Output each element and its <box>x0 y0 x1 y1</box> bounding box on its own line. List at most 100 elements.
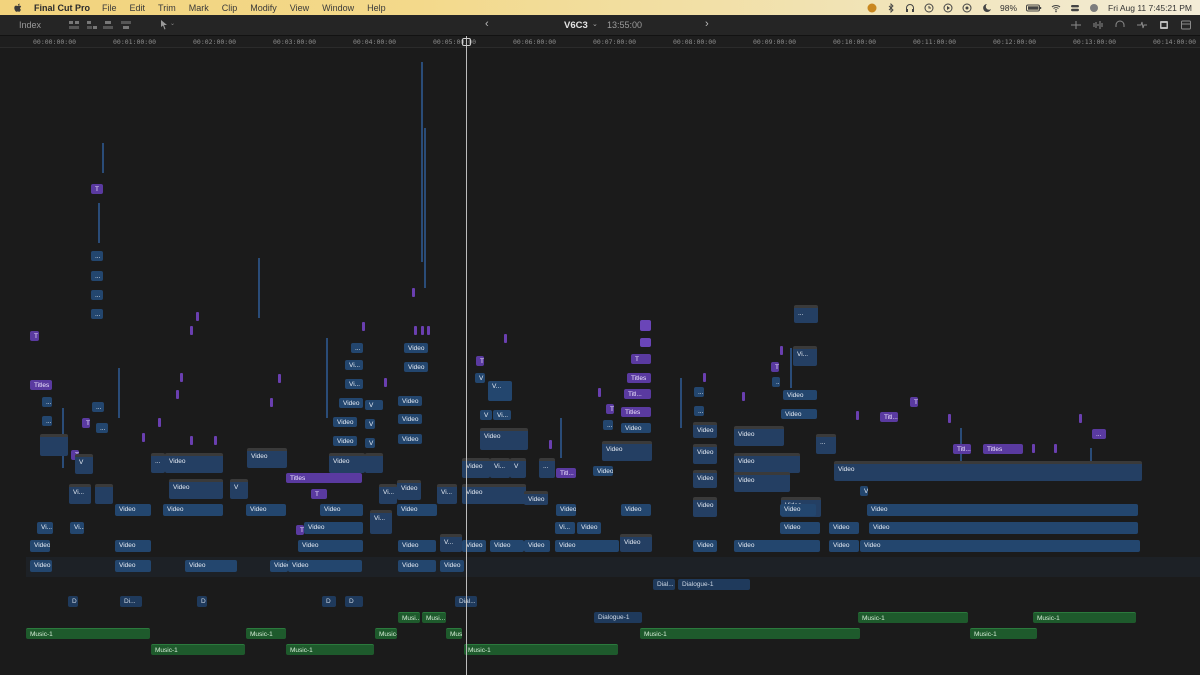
clip-sliver[interactable] <box>326 338 328 418</box>
video-clip[interactable]: V <box>365 438 375 448</box>
title-sliver[interactable] <box>414 326 417 335</box>
title-sliver[interactable] <box>270 398 273 407</box>
title-sliver[interactable] <box>780 346 783 355</box>
title-clip[interactable]: T <box>296 525 304 535</box>
storyline-clip[interactable]: Video <box>555 540 619 552</box>
video-clip[interactable]: Video <box>869 522 1138 534</box>
video-clip[interactable]: Video <box>339 398 363 408</box>
menu-edit[interactable]: Edit <box>130 3 146 13</box>
storyline-clip[interactable]: V... <box>440 534 462 552</box>
title-sliver[interactable] <box>214 436 217 445</box>
menu-view[interactable]: View <box>290 3 309 13</box>
app-name-menu[interactable]: Final Cut Pro <box>34 3 90 13</box>
storyline-clip[interactable]: Video <box>288 560 362 572</box>
video-clip[interactable]: Video <box>304 522 363 534</box>
video-clip[interactable]: Vi... <box>370 510 392 534</box>
select-tool-icon[interactable] <box>158 19 170 31</box>
video-clip[interactable]: Video <box>783 390 817 400</box>
menu-window[interactable]: Window <box>322 3 354 13</box>
video-clip[interactable]: ... <box>96 423 108 433</box>
title-clip[interactable]: T <box>910 397 918 407</box>
video-clip[interactable]: Video <box>165 453 223 473</box>
clip-sliver[interactable] <box>560 418 562 458</box>
video-clip[interactable]: Video <box>480 428 528 450</box>
video-clip[interactable]: Video <box>397 504 437 516</box>
title-sliver[interactable] <box>142 433 145 442</box>
video-clip[interactable]: Video <box>693 422 717 438</box>
dialogue-clip[interactable]: Dial... <box>653 579 675 590</box>
storyline-clip[interactable]: Video <box>30 540 50 552</box>
next-project-button[interactable]: › <box>705 18 709 30</box>
video-clip[interactable]: ... <box>91 271 103 281</box>
video-clip[interactable]: Video <box>333 417 357 427</box>
video-clip[interactable]: Vi... <box>793 346 817 366</box>
video-clip[interactable]: ... <box>91 309 103 319</box>
bluetooth-icon[interactable] <box>886 2 896 13</box>
video-clip[interactable]: Video <box>404 343 428 353</box>
video-clip[interactable]: V... <box>488 381 512 401</box>
music-clip[interactable]: Musi... <box>398 612 420 623</box>
video-clip[interactable]: V <box>510 458 526 478</box>
clip-sliver[interactable] <box>680 378 682 428</box>
overwrite-clip-icon[interactable] <box>120 19 132 31</box>
title-clip[interactable]: T <box>476 356 484 366</box>
solo-icon[interactable] <box>1114 19 1126 31</box>
video-clip[interactable]: Video <box>524 491 548 505</box>
title-sliver[interactable] <box>1032 444 1035 453</box>
title-clip[interactable]: Titles <box>286 473 362 483</box>
video-clip[interactable]: Vi... <box>437 484 457 504</box>
title-sliver[interactable] <box>278 374 281 383</box>
video-clip[interactable]: Video <box>462 484 526 504</box>
insert-clip-icon[interactable] <box>86 19 98 31</box>
apple-icon[interactable] <box>12 2 24 14</box>
title-sliver[interactable] <box>180 373 183 382</box>
clip-sliver[interactable] <box>421 62 423 262</box>
video-clip[interactable]: Video <box>693 470 717 488</box>
video-clip[interactable]: Video <box>781 409 817 419</box>
tool-chevron-icon[interactable]: ⌄ <box>170 20 175 27</box>
video-clip[interactable]: V <box>230 479 248 499</box>
title-sliver[interactable] <box>427 326 430 335</box>
video-clip[interactable]: V <box>365 400 383 410</box>
video-clip[interactable]: Video <box>780 504 816 516</box>
video-clip[interactable]: ... <box>151 453 165 473</box>
title-sliver[interactable] <box>1079 414 1082 423</box>
video-clip[interactable]: Vi... <box>379 484 397 504</box>
title-sliver[interactable] <box>384 378 387 387</box>
video-clip[interactable]: Video <box>247 448 287 468</box>
dialogue-clip[interactable]: D <box>322 596 336 607</box>
video-clip[interactable]: Vi... <box>345 360 363 370</box>
title-sliver[interactable] <box>190 326 193 335</box>
music-clip[interactable]: Music-1 <box>246 628 286 639</box>
previous-project-button[interactable]: ‹ <box>485 18 489 30</box>
music-clip[interactable]: Music-1 <box>970 628 1037 639</box>
title-clip[interactable]: T <box>606 404 614 414</box>
storyline-clip[interactable]: Video <box>30 560 52 572</box>
clip-sliver[interactable] <box>102 143 104 173</box>
playhead-handle[interactable] <box>462 38 471 46</box>
video-clip[interactable]: Vi... <box>493 410 511 420</box>
video-clip[interactable]: Video <box>734 453 800 473</box>
title-sliver[interactable] <box>742 392 745 401</box>
video-clip[interactable]: Video <box>329 453 365 473</box>
clip-sliver[interactable] <box>790 348 792 388</box>
video-clip[interactable]: Video <box>693 444 717 464</box>
video-clip[interactable]: V <box>75 454 93 474</box>
title-clip[interactable]: ... <box>1092 429 1106 439</box>
connect-clip-icon[interactable] <box>102 19 114 31</box>
video-clip[interactable]: Video <box>169 479 223 499</box>
append-clip-icon[interactable] <box>68 19 80 31</box>
battery-icon[interactable] <box>1026 3 1042 13</box>
title-clip[interactable]: T <box>631 354 651 364</box>
storyline-clip[interactable]: Video <box>829 540 859 552</box>
project-menu-chevron-icon[interactable]: ⌄ <box>592 20 598 28</box>
video-clip[interactable]: Vi... <box>69 484 91 504</box>
title-clip[interactable]: Titles <box>983 444 1023 454</box>
video-clip[interactable]: Video <box>621 423 651 433</box>
video-clip[interactable]: Video <box>556 504 576 516</box>
storyline-clip[interactable]: Video <box>115 560 151 572</box>
video-clip[interactable]: Video <box>398 396 422 406</box>
video-clip[interactable]: Video <box>867 504 1138 516</box>
video-clip[interactable]: Video <box>404 362 428 372</box>
title-clip[interactable]: Titl... <box>953 444 971 454</box>
